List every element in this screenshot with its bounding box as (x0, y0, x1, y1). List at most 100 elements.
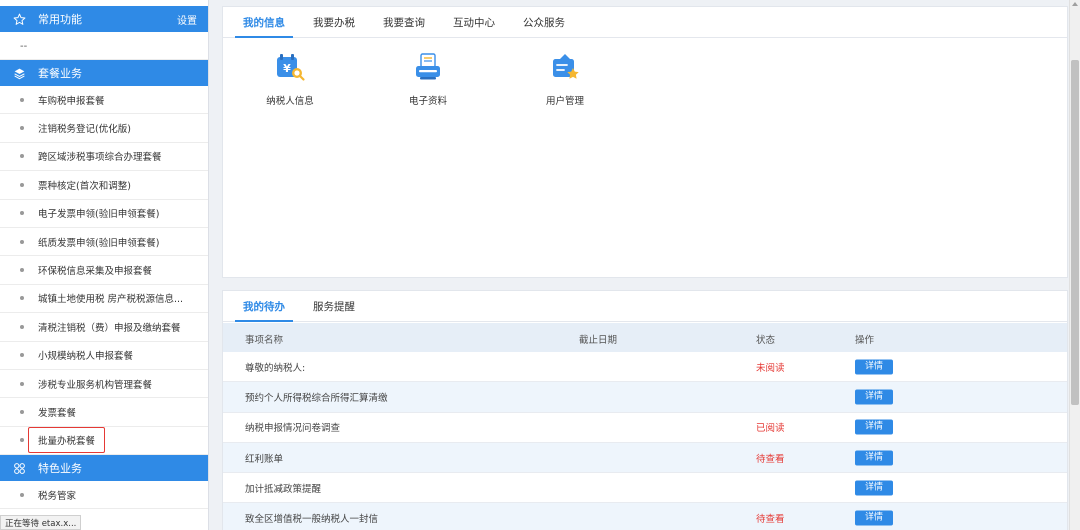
todo-panel: 我的待办 服务提醒 事项名称 截止日期 状态 操作 尊敬的纳税人: 未阅读 详情… (222, 290, 1068, 530)
tab-service-reminder[interactable]: 服务提醒 (299, 291, 369, 321)
special-business-header[interactable]: 特色业务 (0, 455, 208, 481)
detail-button[interactable]: 详情 (855, 480, 893, 496)
svg-text:¥: ¥ (283, 62, 291, 75)
user-management-card[interactable]: 用户管理 (515, 51, 615, 107)
column-header-action: 操作 (855, 335, 875, 346)
row-item-name[interactable]: 加计抵减政策提醒 (245, 481, 321, 495)
package-business-header[interactable]: 套餐业务 (0, 60, 208, 86)
electronic-docs-icon (412, 51, 444, 83)
package-business-title: 套餐业务 (38, 67, 82, 80)
tab-interaction[interactable]: 互动中心 (439, 7, 509, 37)
common-functions-header[interactable]: 常用功能 设置 (0, 6, 208, 32)
sidebar-item-e-invoice[interactable]: 电子发票申领(验旧申领套餐) (0, 200, 208, 228)
todo-table-body: 尊敬的纳税人: 未阅读 详情 预约个人所得税综合所得汇算清缴 详情 纳税申报情况… (223, 352, 1067, 530)
common-functions-title: 常用功能 (38, 13, 82, 26)
sidebar-item-label: 环保税信息采集及申报套餐 (38, 266, 153, 278)
info-cards: ¥ 纳税人信息 电子资料 用户管理 (223, 51, 623, 121)
tab-my-todo[interactable]: 我的待办 (229, 291, 299, 322)
row-status: 待查看 (756, 514, 785, 526)
taxpayer-info-label: 纳税人信息 (266, 96, 314, 107)
sidebar-item-label: 车购税申报套餐 (38, 95, 105, 107)
row-status: 已阅读 (756, 423, 785, 435)
bullet-icon (20, 492, 24, 497)
detail-button[interactable]: 详情 (855, 450, 893, 466)
info-tabs: 我的信息 我要办税 我要查询 互动中心 公众服务 (223, 7, 1067, 38)
settings-link[interactable]: 设置 (177, 12, 197, 27)
package-menu-list: 车购税申报套餐 注销税务登记(优化版) 跨区域涉税事项综合办理套餐 票种核定(首… (0, 86, 208, 456)
bullet-icon (20, 296, 24, 301)
sidebar-item-vehicle-tax[interactable]: 车购税申报套餐 (0, 86, 208, 115)
user-management-icon (549, 51, 581, 83)
bullet-icon (20, 438, 24, 443)
row-item-name[interactable]: 尊敬的纳税人: (245, 360, 305, 374)
bullet-icon (20, 409, 24, 414)
sidebar-item-label: 注销税务登记(优化版) (38, 124, 131, 136)
sidebar-item-batch-tax[interactable]: 批量办税套餐 (0, 427, 208, 456)
scrollbar-thumb[interactable] (1071, 60, 1079, 405)
table-row: 预约个人所得税综合所得汇算清缴 详情 (223, 382, 1067, 413)
sidebar-item-label: 发票套餐 (38, 407, 77, 419)
detail-button[interactable]: 详情 (855, 359, 893, 375)
sidebar-item-invoice-package[interactable]: 发票套餐 (0, 398, 208, 427)
bullet-icon (20, 239, 24, 244)
row-item-name[interactable]: 纳税申报情况问卷调查 (245, 420, 340, 434)
table-row: 红利账单 待查看 详情 (223, 442, 1067, 474)
tab-public-service[interactable]: 公众服务 (509, 7, 579, 37)
bullet-icon (20, 97, 24, 102)
bullet-icon (20, 126, 24, 131)
browser-status-bar: 正在等待 etax.x... (0, 515, 82, 530)
detail-button[interactable]: 详情 (855, 389, 893, 405)
sidebar-item-paper-invoice[interactable]: 纸质发票申领(验旧申领套餐) (0, 228, 208, 257)
sidebar-item-deregistration[interactable]: 注销税务登记(优化版) (0, 114, 208, 143)
sidebar-item-small-scale[interactable]: 小规模纳税人申报套餐 (0, 342, 208, 370)
table-row: 尊敬的纳税人: 未阅读 详情 (223, 352, 1067, 383)
scroll-up-arrow-icon[interactable] (1072, 2, 1078, 6)
sidebar-item-cross-region[interactable]: 跨区域涉税事项综合办理套餐 (0, 143, 208, 172)
row-item-name[interactable]: 致全区增值税一般纳税人一封信 (245, 511, 378, 525)
detail-button[interactable]: 详情 (855, 419, 893, 435)
user-management-label: 用户管理 (545, 96, 584, 107)
table-row: 加计抵减政策提醒 详情 (223, 473, 1067, 504)
todo-tabs: 我的待办 服务提醒 (223, 291, 1067, 322)
column-header-name: 事项名称 (245, 335, 284, 346)
sidebar-item-service-agency[interactable]: 涉税专业服务机构管理套餐 (0, 370, 208, 399)
sidebar-item-label: 跨区域涉税事项综合办理套餐 (38, 152, 162, 164)
sidebar-item-label: 税务管家 (38, 490, 77, 502)
sidebar-item-land-tax[interactable]: 城镇土地使用税 房产税税源信息... (0, 285, 208, 314)
tab-my-info[interactable]: 我的信息 (229, 7, 299, 38)
table-row: 致全区增值税一般纳税人一封信 待查看 详情 (223, 503, 1067, 530)
column-header-status: 状态 (756, 335, 776, 346)
sidebar-item-clearance[interactable]: 清税注销税（费）申报及缴纳套餐 (0, 313, 208, 342)
table-row: 纳税申报情况问卷调查 已阅读 详情 (223, 413, 1067, 443)
tab-do-tax[interactable]: 我要办税 (299, 7, 369, 37)
bullet-icon (20, 353, 24, 358)
sidebar-item-env-tax[interactable]: 环保税信息采集及申报套餐 (0, 256, 208, 285)
sidebar-item-label: 小规模纳税人申报套餐 (38, 351, 134, 363)
bullet-icon (20, 154, 24, 159)
sidebar-item-label: 批量办税套餐 (28, 427, 106, 454)
sidebar-item-label: 清税注销税（费）申报及缴纳套餐 (38, 322, 181, 334)
layers-icon (12, 66, 26, 80)
special-business-title: 特色业务 (38, 462, 82, 475)
sidebar-item-label: 城镇土地使用税 房产税税源信息... (38, 294, 184, 306)
sidebar-item-label: 涉税专业服务机构管理套餐 (38, 379, 153, 391)
taxpayer-info-card[interactable]: ¥ 纳税人信息 (240, 51, 340, 107)
row-item-name[interactable]: 预约个人所得税综合所得汇算清缴 (245, 390, 388, 404)
special-menu-list: 税务管家 (0, 481, 208, 510)
sidebar: 常用功能 设置 -- 套餐业务 车购税申报套餐 注销税务登记(优化版) 跨区域涉… (0, 0, 209, 530)
row-item-name[interactable]: 红利账单 (245, 451, 283, 465)
sidebar-item-tax-butler[interactable]: 税务管家 (0, 481, 208, 510)
common-functions-empty: -- (0, 34, 208, 60)
grid-icon (12, 461, 26, 475)
bullet-icon (20, 268, 24, 273)
row-status: 待查看 (756, 453, 785, 465)
star-icon (12, 12, 26, 26)
sidebar-item-invoice-type[interactable]: 票种核定(首次和调整) (0, 171, 208, 200)
detail-button[interactable]: 详情 (855, 510, 893, 526)
my-info-panel: 我的信息 我要办税 我要查询 互动中心 公众服务 ¥ 纳税人信息 电子资料 用户… (222, 6, 1068, 278)
electronic-docs-card[interactable]: 电子资料 (378, 51, 478, 107)
todo-table-header: 事项名称 截止日期 状态 操作 (223, 323, 1067, 352)
tab-query[interactable]: 我要查询 (369, 7, 439, 37)
row-status: 未阅读 (756, 362, 785, 374)
page-scrollbar[interactable] (1069, 0, 1080, 530)
